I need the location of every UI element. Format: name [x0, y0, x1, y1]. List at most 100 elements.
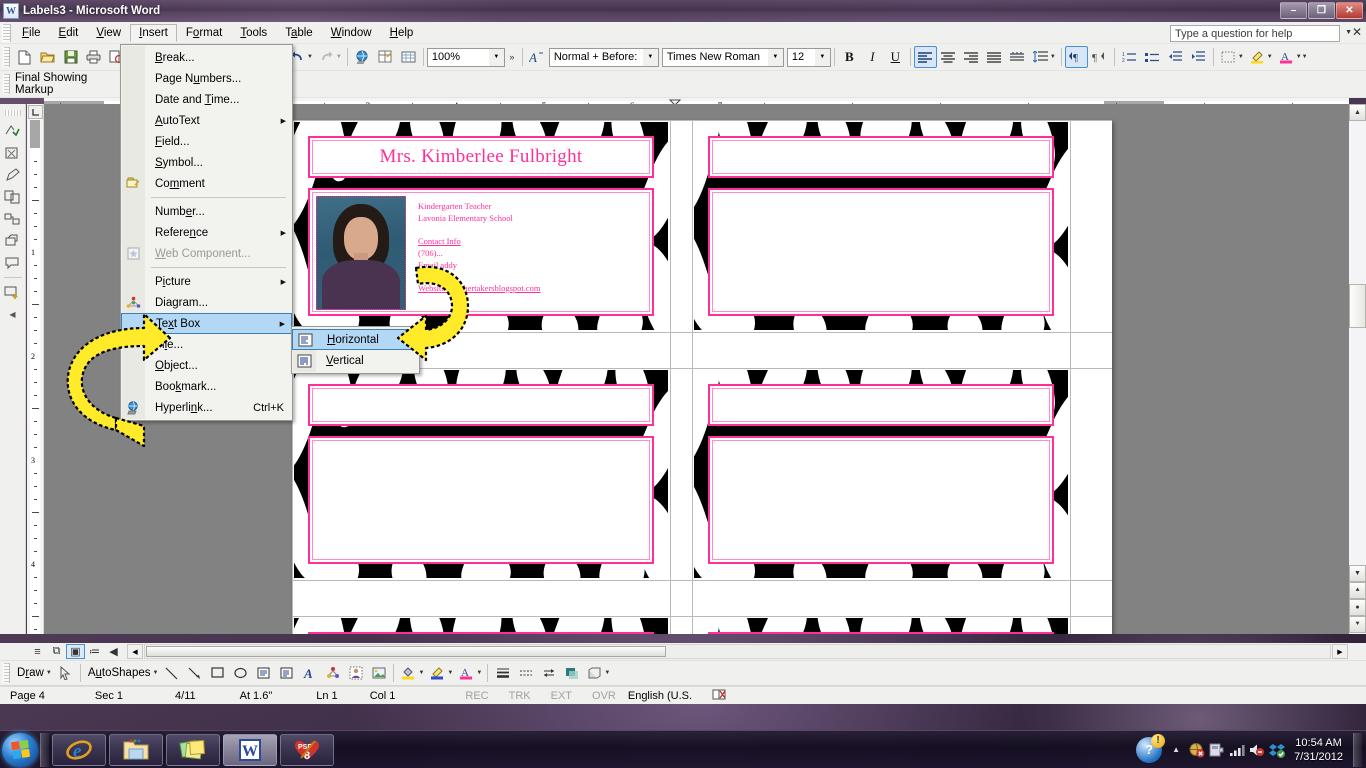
normal-view-button[interactable]: ≡ — [28, 644, 47, 659]
menu-item-number[interactable]: Number... — [121, 201, 292, 222]
show-desktop-button[interactable] — [1353, 732, 1362, 767]
insert-comment-balloon-icon[interactable] — [2, 252, 24, 273]
scroll-down-button[interactable]: ▼ — [1349, 565, 1366, 582]
draw-caret-icon[interactable]: ▼ — [46, 670, 52, 676]
select-objects-icon[interactable] — [54, 662, 77, 684]
zoom-combo[interactable]: 100% ▼ — [426, 47, 505, 67]
bold-button[interactable]: B — [838, 46, 861, 68]
autoshapes-menu-button[interactable]: AutoShapes — [84, 667, 155, 679]
highlight-button[interactable] — [1246, 46, 1269, 68]
standard-toolbar-grip[interactable] — [3, 47, 10, 67]
menu-item-field[interactable]: Field... — [121, 131, 292, 152]
vertical-text-box-icon[interactable] — [275, 662, 298, 684]
reading-layout-view-button[interactable]: ◀ — [104, 644, 123, 659]
text-box-icon[interactable] — [252, 662, 275, 684]
close-icon[interactable]: ✕ — [1352, 25, 1362, 39]
taskbar-windows-explorer[interactable] — [109, 733, 163, 766]
reject-change-icon[interactable] — [2, 142, 24, 163]
style-combo[interactable]: Normal + Before: ▼ — [548, 47, 659, 67]
scroll-left-button[interactable]: ◀ — [127, 644, 143, 659]
reviewing-display-value[interactable]: Final Showing Markup — [13, 72, 125, 96]
status-ovr[interactable]: OVR — [582, 690, 626, 702]
insert-hyperlink-icon[interactable] — [351, 46, 374, 68]
spellcheck-status-icon[interactable] — [702, 688, 737, 704]
menu-window[interactable]: Window — [322, 24, 381, 42]
compare-documents-icon[interactable] — [2, 186, 24, 207]
status-ext[interactable]: EXT — [541, 690, 582, 702]
info-textbox[interactable] — [308, 436, 654, 564]
new-document-icon[interactable] — [13, 46, 36, 68]
arrow-icon[interactable] — [183, 662, 206, 684]
name-textbox[interactable] — [308, 632, 654, 634]
side-toolbar-overflow-icon[interactable]: ◀ — [2, 304, 24, 325]
horizontal-scrollbar-track[interactable] — [144, 644, 1331, 659]
menu-table[interactable]: Table — [276, 24, 322, 42]
autoshapes-caret-icon[interactable]: ▼ — [153, 670, 159, 676]
numbering-button[interactable]: 12 — [1118, 46, 1141, 68]
dash-style-icon[interactable] — [514, 662, 537, 684]
taskbar-sticky-notes[interactable] — [166, 733, 220, 766]
align-right-button[interactable] — [960, 46, 983, 68]
justify-button[interactable] — [983, 46, 1006, 68]
redo-caret-icon[interactable]: ▼ — [336, 54, 342, 60]
print-icon[interactable] — [82, 46, 105, 68]
new-comment-side-icon[interactable] — [2, 282, 24, 303]
insert-table-icon[interactable] — [374, 46, 397, 68]
italic-button[interactable]: I — [861, 46, 884, 68]
rectangle-icon[interactable] — [206, 662, 229, 684]
taskbar-paint-shop-pro[interactable]: PSP 8 — [280, 733, 334, 766]
scroll-up-button[interactable]: ▲ — [1349, 104, 1366, 121]
name-textbox[interactable] — [708, 632, 1054, 634]
print-layout-view-button[interactable]: ▣ — [66, 644, 85, 659]
vertical-ruler[interactable]: 1234 — [27, 104, 44, 656]
status-language[interactable]: English (U.S. — [626, 690, 702, 702]
menubar-grip[interactable] — [2, 23, 11, 42]
info-textbox[interactable] — [708, 436, 1054, 564]
ask-a-question-input[interactable]: Type a question for help — [1170, 25, 1340, 42]
menu-format[interactable]: Format — [177, 24, 231, 42]
signal-bars-icon[interactable] — [1226, 740, 1246, 760]
fill-color-icon[interactable] — [397, 662, 420, 684]
open-folder-icon[interactable] — [36, 46, 59, 68]
oval-icon[interactable] — [229, 662, 252, 684]
tab-selector-button[interactable] — [28, 105, 43, 119]
label-card-blank-5[interactable] — [694, 618, 1068, 634]
menu-item-autotext[interactable]: AutoText ▶ — [121, 110, 292, 131]
menu-item-symbol[interactable]: Symbol... — [121, 152, 292, 173]
outline-view-button[interactable]: ≔ — [85, 644, 104, 659]
label-card-blank-3[interactable] — [694, 370, 1068, 578]
shadow-style-icon[interactable] — [560, 662, 583, 684]
line-spacing-button[interactable] — [1029, 46, 1052, 68]
previous-page-button[interactable]: ⯅ — [1349, 582, 1366, 599]
menu-item-picture[interactable]: Picture ▶ — [121, 271, 292, 292]
label-card-blank-2[interactable] — [294, 370, 668, 578]
line-icon[interactable] — [160, 662, 183, 684]
menu-tools[interactable]: Tools — [231, 24, 276, 42]
font-color-button[interactable]: A — [1275, 46, 1298, 68]
save-icon[interactable] — [59, 46, 82, 68]
web-layout-view-button[interactable]: ⧉ — [47, 644, 66, 659]
toolbar-overflow-caret-icon[interactable]: ▼ — [1302, 54, 1308, 60]
rtl-text-direction-button[interactable]: ¶ — [1088, 46, 1111, 68]
reviewing-toolbar-grip[interactable] — [3, 74, 10, 94]
zoom-dropdown-icon[interactable]: ▼ — [488, 48, 504, 66]
scrollbar-thumb[interactable] — [1349, 284, 1366, 328]
underline-button[interactable]: U — [884, 46, 907, 68]
draw-menu-button[interactable]: Draw — [13, 667, 48, 679]
select-browse-object-button[interactable]: ● — [1349, 599, 1366, 616]
menu-item-comment[interactable]: Comment — [121, 173, 292, 194]
taskbar-internet-explorer[interactable]: e — [52, 733, 106, 766]
outside-border-button[interactable] — [1217, 46, 1240, 68]
align-center-button[interactable] — [937, 46, 960, 68]
ltr-text-direction-button[interactable]: ¶ — [1064, 46, 1088, 68]
horizontal-scrollbar-thumb[interactable] — [146, 646, 666, 657]
arrow-style-icon[interactable] — [537, 662, 560, 684]
dropbox-icon[interactable] — [1266, 740, 1286, 760]
insert-wordart-icon[interactable]: A — [298, 662, 321, 684]
insert-diagram-icon[interactable] — [321, 662, 344, 684]
close-button[interactable]: ✕ — [1336, 2, 1363, 19]
name-textbox[interactable] — [308, 384, 654, 426]
start-button[interactable] — [2, 732, 38, 767]
styles-and-formatting-icon[interactable]: A — [526, 46, 549, 68]
side-toolbar-grip[interactable] — [4, 110, 21, 116]
